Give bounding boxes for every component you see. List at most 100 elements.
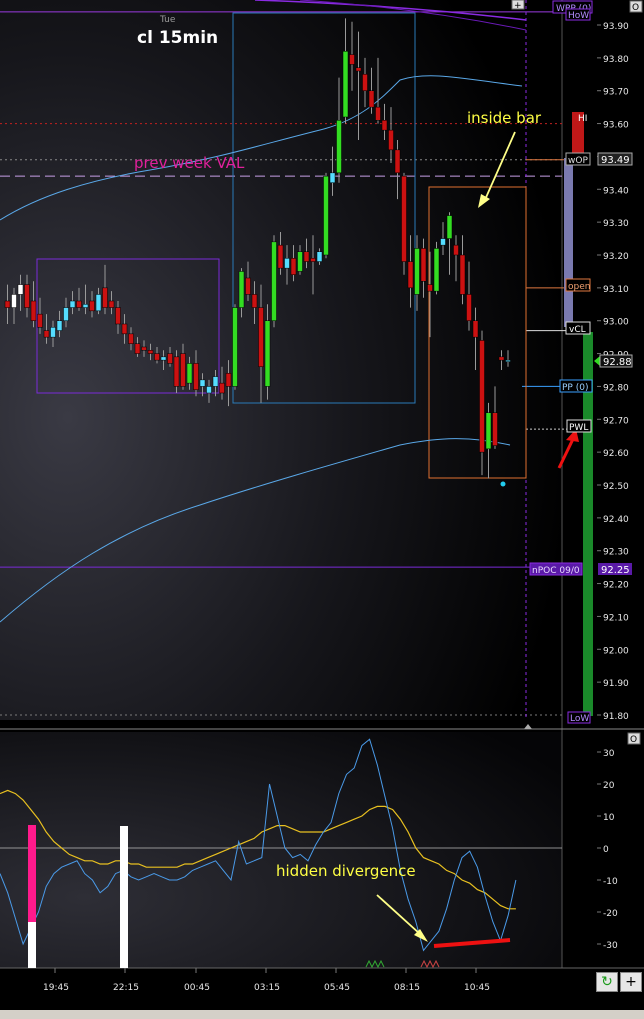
time-tick-label: 05:45 <box>324 983 350 993</box>
candle-body <box>407 261 414 289</box>
tag-vcl: vCL <box>569 325 586 335</box>
time-tick-label: 10:45 <box>464 983 490 993</box>
price-tick-label: 93.80 <box>603 55 629 65</box>
refresh-button[interactable]: ↻ <box>596 972 618 992</box>
price-tick-label: 92.20 <box>603 581 629 591</box>
price-tick-label: 93.10 <box>603 285 629 295</box>
price-tick-label: 93.20 <box>603 252 629 262</box>
chart-title: cl 15min <box>137 28 218 48</box>
candle-body <box>284 258 290 269</box>
candle-body <box>56 320 63 331</box>
candle-body <box>329 172 336 183</box>
candle-body <box>303 251 310 262</box>
time-tick-label: 00:45 <box>184 983 210 993</box>
candle-body <box>479 340 485 453</box>
candle-body <box>323 175 329 256</box>
time-tick-label: 03:15 <box>254 983 280 993</box>
candle-body <box>43 330 50 338</box>
low-dot <box>500 481 506 487</box>
candle-body <box>219 382 225 394</box>
osc-hist-magenta <box>28 825 36 922</box>
candle-body <box>180 353 186 387</box>
candle-body <box>459 254 466 295</box>
candle-body <box>108 300 115 308</box>
candle-body <box>394 149 401 174</box>
candle-body <box>225 373 232 387</box>
candle-body <box>199 379 206 387</box>
candle-body <box>485 412 492 450</box>
price-tick-label: 91.90 <box>603 679 629 689</box>
price-tick-label: 92.60 <box>603 449 629 459</box>
candle-body <box>50 327 56 338</box>
candle-body <box>271 241 277 321</box>
header-day: Tue <box>159 15 176 25</box>
price-tick-label: 93.40 <box>603 186 629 196</box>
price-tick-label: 92.80 <box>603 383 629 393</box>
scroll-marker[interactable] <box>524 724 532 729</box>
candle-body <box>193 363 199 390</box>
current-price: 92.88 <box>603 357 632 368</box>
candle-body <box>433 248 440 292</box>
axis-o-button[interactable]: O <box>632 3 639 13</box>
candle-body <box>206 386 212 394</box>
candle-body <box>37 313 43 328</box>
candle-body <box>245 277 251 295</box>
candle-body <box>368 90 375 108</box>
candle-body <box>128 333 134 344</box>
add-panel-button[interactable]: + <box>620 972 642 992</box>
candle-body <box>69 300 76 308</box>
candle-body <box>381 120 388 131</box>
range-bar-gray <box>564 158 573 327</box>
candle-body <box>186 363 193 384</box>
tag-open: open <box>568 282 590 292</box>
time-axis-labels: 19:45 22:15 00:45 03:15 05:45 08:15 10:45 <box>43 968 490 993</box>
prev-week-val-label: prev week VAL <box>134 154 245 172</box>
tag-pp: PP (0) <box>562 383 588 393</box>
osc-tick-label: 20 <box>603 781 615 791</box>
candle-body <box>290 258 297 275</box>
candle-body <box>115 307 121 325</box>
tag-npoc: nPOC 09/0 <box>532 566 580 576</box>
tag-how: HoW <box>568 11 589 21</box>
candle-body <box>401 175 407 262</box>
price-tick-label: 92.30 <box>603 548 629 558</box>
candle-body <box>95 294 102 312</box>
candle-body <box>4 300 11 308</box>
candle-body <box>173 356 180 387</box>
candle-body <box>251 294 258 308</box>
candle-body <box>232 307 238 387</box>
candle-body <box>453 244 459 256</box>
osc-panel-bg <box>0 732 562 968</box>
time-tick-label: 08:15 <box>394 983 420 993</box>
candle-body <box>167 353 173 364</box>
candle-body <box>349 54 355 65</box>
candle-body <box>82 304 89 308</box>
price-tick-label: 92.40 <box>603 515 629 525</box>
candle-body <box>498 356 505 361</box>
candle-body <box>342 51 349 118</box>
candle-body <box>427 284 433 292</box>
candle-body <box>17 284 24 295</box>
price-tick-label: 93.70 <box>603 88 629 98</box>
price-tick-label: 92.50 <box>603 482 629 492</box>
candle-body <box>362 74 368 91</box>
npoc-price: 92.25 <box>601 565 630 576</box>
price-tick-label: 93.60 <box>603 121 629 131</box>
candle-body <box>420 248 427 282</box>
price-tick-label: 91.80 <box>603 712 629 722</box>
candle-body <box>388 129 394 151</box>
bottom-strip <box>0 1010 644 1019</box>
candle-body <box>505 359 511 362</box>
candle-body <box>492 412 498 446</box>
candle-body <box>238 271 245 308</box>
price-panel-bg <box>0 0 562 720</box>
candle-body <box>134 343 141 354</box>
price-tick-label: 92.10 <box>603 613 629 623</box>
time-tick-label: 19:45 <box>43 983 69 993</box>
candle-body <box>147 350 154 354</box>
panel-o-button[interactable]: O <box>630 735 637 745</box>
candle-body <box>316 251 323 262</box>
crosshair-button[interactable]: + <box>514 1 522 11</box>
candle-body <box>154 353 160 361</box>
candle-body <box>76 300 82 308</box>
